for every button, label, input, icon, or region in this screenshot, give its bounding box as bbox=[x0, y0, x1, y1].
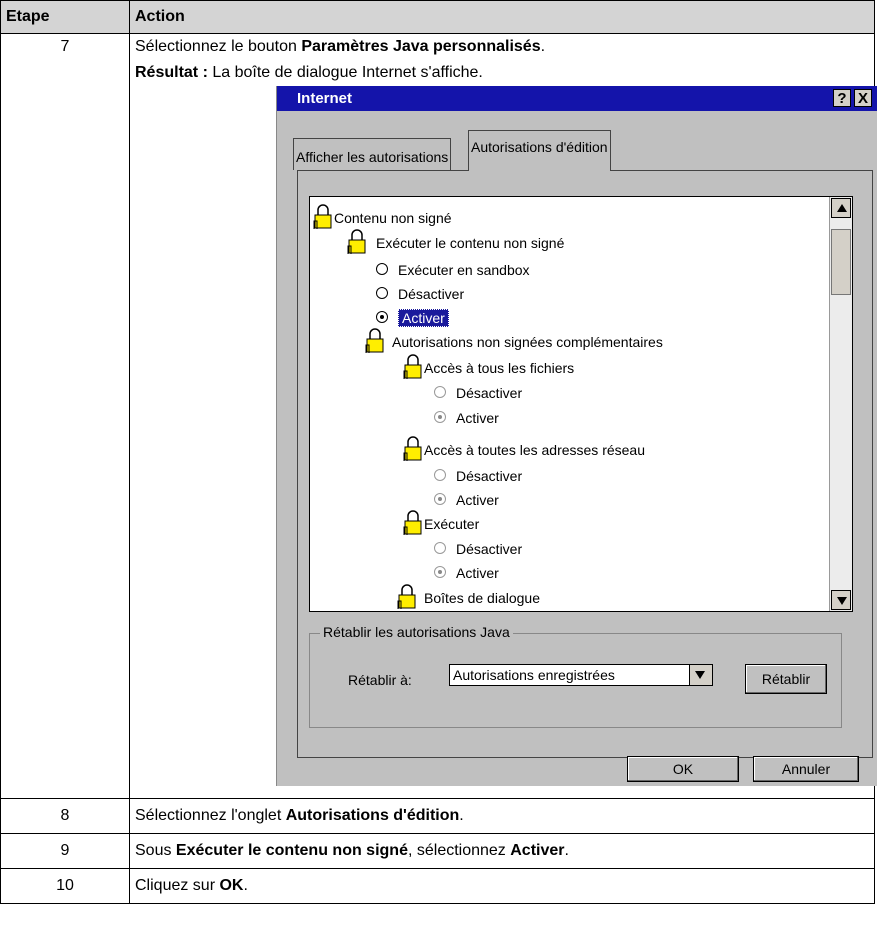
table-row-step-8: 8 Sélectionnez l'onglet Autorisations d'… bbox=[0, 798, 875, 834]
arrow-up-icon bbox=[837, 204, 847, 212]
tree-label: Exécuter bbox=[424, 516, 480, 532]
dialog-titlebar: Internet ? X bbox=[277, 86, 877, 111]
radio-execute-disable[interactable]: Désactiver bbox=[434, 538, 522, 560]
table-row-step-10: 10 Cliquez sur OK. bbox=[0, 868, 875, 904]
tree-node-network-access[interactable]: Accès à toutes les adresses réseau bbox=[402, 436, 646, 461]
radio-button-icon bbox=[434, 469, 446, 481]
radio-file-enable[interactable]: Activer bbox=[434, 407, 499, 429]
radio-network-disable[interactable]: Désactiver bbox=[434, 465, 522, 487]
radio-button-icon bbox=[376, 287, 388, 299]
reset-to-label: Rétablir à: bbox=[348, 672, 412, 688]
step-action: Cliquez sur OK. bbox=[129, 868, 875, 904]
tree-scrollbar[interactable] bbox=[829, 197, 852, 611]
header-step: Etape bbox=[0, 0, 130, 34]
step-number: 10 bbox=[0, 868, 130, 904]
table-row-step-9: 9 Sous Exécuter le contenu non signé, sé… bbox=[0, 833, 875, 869]
lock-icon bbox=[397, 584, 416, 609]
tree-node-run-unsigned[interactable]: Exécuter le contenu non signé bbox=[346, 229, 565, 254]
reset-java-permissions-group: Rétablir les autorisations Java Rétablir… bbox=[309, 624, 842, 728]
tab-edit-permissions[interactable]: Autorisations d'édition bbox=[468, 130, 611, 171]
lock-icon bbox=[403, 436, 422, 461]
table-header-row: Etape Action bbox=[0, 0, 875, 34]
radio-button-icon bbox=[376, 263, 388, 275]
lock-icon bbox=[313, 204, 332, 229]
tree-node-unsigned-content[interactable]: Contenu non signé bbox=[312, 204, 452, 229]
radio-button-selected-icon bbox=[434, 566, 446, 578]
lock-icon bbox=[365, 328, 384, 353]
radio-label: Activer bbox=[456, 565, 499, 581]
cancel-button[interactable]: Annuler bbox=[753, 756, 859, 782]
radio-run-sandbox[interactable]: Exécuter en sandbox bbox=[376, 259, 530, 281]
radio-button-icon bbox=[434, 386, 446, 398]
radio-label: Activer bbox=[456, 492, 499, 508]
step-number: 8 bbox=[0, 798, 130, 834]
permissions-tree[interactable]: Contenu non signé Exécuter le contenu no… bbox=[309, 196, 853, 612]
help-button[interactable]: ? bbox=[833, 89, 851, 107]
combo-value: Autorisations enregistrées bbox=[453, 667, 615, 683]
scroll-thumb[interactable] bbox=[831, 229, 851, 295]
lock-icon bbox=[347, 229, 366, 254]
tree-node-execute[interactable]: Exécuter bbox=[402, 510, 480, 535]
reset-button[interactable]: Rétablir bbox=[745, 664, 827, 694]
radio-network-enable[interactable]: Activer bbox=[434, 489, 499, 511]
tree-label: Boîtes de dialogue bbox=[424, 590, 540, 606]
tree-label: Contenu non signé bbox=[334, 210, 452, 226]
table-row-step-7: 7 Sélectionnez le bouton Paramètres Java… bbox=[0, 33, 877, 799]
step-number: 7 bbox=[0, 33, 130, 799]
group-title: Rétablir les autorisations Java bbox=[320, 624, 513, 640]
tree-label: Exécuter le contenu non signé bbox=[376, 235, 565, 251]
radio-label: Désactiver bbox=[456, 385, 523, 401]
close-button[interactable]: X bbox=[854, 89, 872, 107]
radio-button-selected-icon bbox=[434, 493, 446, 505]
radio-label: Désactiver bbox=[456, 541, 523, 557]
lock-icon bbox=[403, 354, 422, 379]
step-number: 9 bbox=[0, 833, 130, 869]
tree-label: Accès à toutes les adresses réseau bbox=[424, 442, 646, 458]
radio-run-enable[interactable]: Activer bbox=[376, 307, 449, 329]
step-action: Sélectionnez l'onglet Autorisations d'éd… bbox=[129, 798, 875, 834]
header-action: Action bbox=[129, 0, 875, 34]
step-action: Sélectionnez le bouton Paramètres Java p… bbox=[129, 33, 877, 799]
radio-run-disable[interactable]: Désactiver bbox=[376, 283, 464, 305]
tab-panel: Contenu non signé Exécuter le contenu no… bbox=[297, 170, 873, 758]
tree-node-additional[interactable]: Autorisations non signées complémentaire… bbox=[364, 328, 663, 353]
tree-label: Autorisations non signées complémentaire… bbox=[392, 334, 663, 350]
dialog-title: Internet bbox=[297, 90, 353, 107]
tree-label: Accès à tous les fichiers bbox=[424, 360, 575, 376]
ok-button[interactable]: OK bbox=[627, 756, 739, 782]
combo-dropdown-button[interactable] bbox=[689, 665, 712, 685]
tab-show-permissions[interactable]: Afficher les autorisations bbox=[293, 138, 452, 170]
instruction-table: Etape Action 7 Sélectionnez le bouton Pa… bbox=[0, 0, 877, 904]
chevron-down-icon bbox=[695, 671, 705, 679]
radio-button-selected-icon bbox=[376, 311, 388, 323]
step-7-line-2: Résultat : La boîte de dialogue Internet… bbox=[135, 64, 483, 81]
lock-icon bbox=[403, 510, 422, 535]
radio-file-disable[interactable]: Désactiver bbox=[434, 382, 522, 404]
scroll-up-button[interactable] bbox=[831, 198, 851, 218]
step-7-line-1: Sélectionnez le bouton Paramètres Java p… bbox=[135, 38, 546, 55]
radio-button-selected-icon bbox=[434, 411, 446, 423]
radio-label: Exécuter en sandbox bbox=[398, 262, 530, 278]
tree-node-dialogs[interactable]: Boîtes de dialogue bbox=[396, 584, 540, 609]
radio-label: Désactiver bbox=[456, 468, 523, 484]
radio-label-selected: Activer bbox=[398, 309, 449, 327]
internet-dialog: Internet ? X Afficher les autorisations … bbox=[276, 86, 877, 786]
step-action: Sous Exécuter le contenu non signé, séle… bbox=[129, 833, 875, 869]
arrow-down-icon bbox=[837, 597, 847, 605]
tree-node-file-access[interactable]: Accès à tous les fichiers bbox=[402, 354, 575, 379]
radio-label: Désactiver bbox=[398, 286, 465, 302]
radio-button-icon bbox=[434, 542, 446, 554]
scroll-down-button[interactable] bbox=[831, 590, 851, 610]
radio-execute-enable[interactable]: Activer bbox=[434, 562, 499, 584]
radio-label: Activer bbox=[456, 410, 499, 426]
reset-to-combo[interactable]: Autorisations enregistrées bbox=[449, 664, 713, 686]
